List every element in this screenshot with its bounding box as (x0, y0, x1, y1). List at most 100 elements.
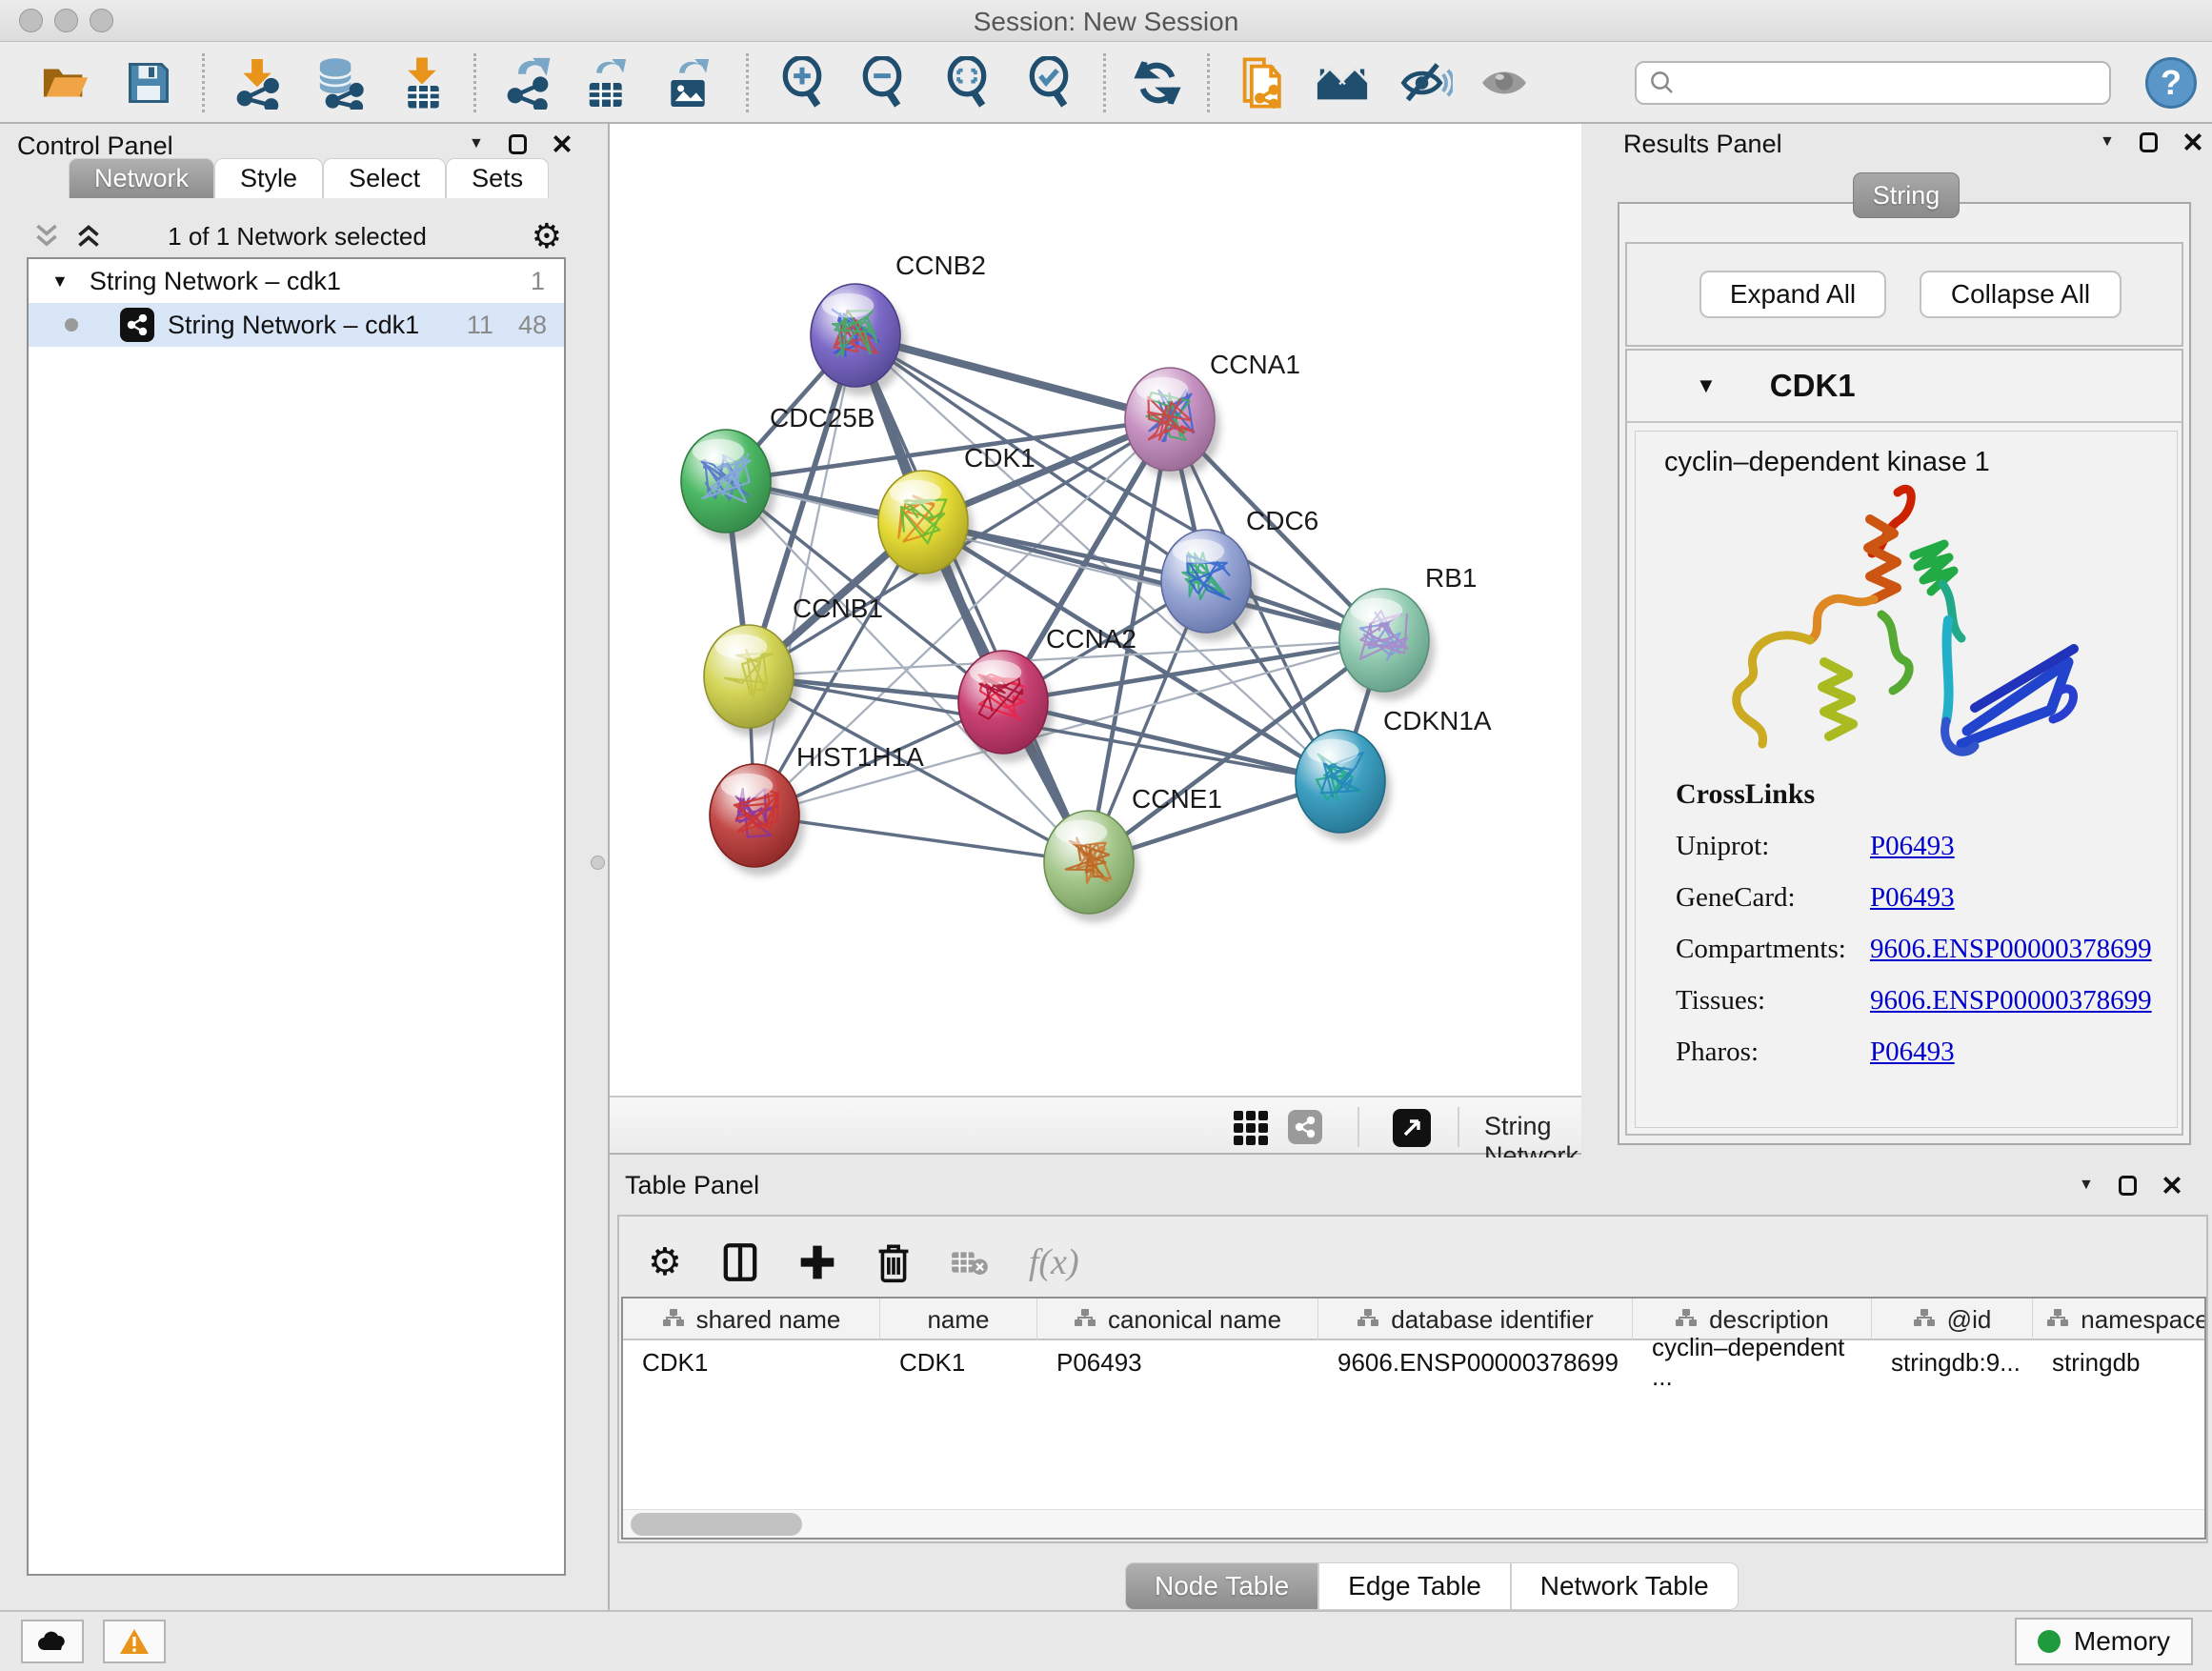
close-panel-icon[interactable] (2182, 131, 2203, 152)
crosslink-link[interactable]: P06493 (1870, 1037, 1955, 1068)
crosslink-link[interactable]: P06493 (1870, 882, 1955, 914)
tab-edge-table[interactable]: Edge Table (1318, 1562, 1511, 1610)
panel-menu-icon[interactable]: ▼ (2079, 1177, 2094, 1194)
clone-network-button[interactable] (1234, 55, 1289, 111)
network-options-gear-icon[interactable]: ⚙ (532, 219, 562, 253)
panel-menu-icon[interactable]: ▼ (2100, 133, 2115, 151)
network-collection-row[interactable]: ▼ String Network – cdk1 1 (29, 259, 564, 303)
save-session-button[interactable] (121, 55, 176, 111)
float-panel-icon[interactable] (2119, 1176, 2137, 1196)
zoom-in-button[interactable] (774, 55, 830, 111)
float-panel-icon[interactable] (509, 134, 527, 154)
cell-namespace[interactable]: stringdb (2033, 1342, 2206, 1382)
network-edge[interactable] (754, 640, 1384, 815)
zoom-selected-button[interactable] (1021, 55, 1076, 111)
add-column-plus-icon[interactable] (798, 1243, 836, 1281)
import-network-file-button[interactable] (230, 55, 285, 111)
tab-network-table[interactable]: Network Table (1511, 1562, 1739, 1610)
network-row-selected[interactable]: String Network – cdk1 11 48 (29, 303, 564, 347)
collapse-all-button[interactable]: Collapse All (1920, 271, 2122, 318)
table-options-gear-icon[interactable]: ⚙ (648, 1243, 682, 1281)
memory-label: Memory (2074, 1626, 2170, 1657)
expand-all-chevron-icon[interactable] (74, 223, 103, 250)
cell-name[interactable]: CDK1 (880, 1342, 1037, 1382)
tab-sets[interactable]: Sets (446, 158, 549, 198)
network-edge[interactable] (923, 522, 1384, 640)
column-header-name[interactable]: name (880, 1299, 1037, 1340)
column-header--id[interactable]: @id (1872, 1299, 2033, 1340)
tab-style[interactable]: Style (214, 158, 323, 198)
table-row[interactable]: CDK1CDK1P064939606.ENSP00000378699cyclin… (623, 1342, 2206, 1382)
tab-node-table[interactable]: Node Table (1125, 1562, 1318, 1610)
cell--id[interactable]: stringdb:9... (1872, 1342, 2033, 1382)
column-header-namespace[interactable]: namespace (2033, 1299, 2206, 1340)
cell-database-identifier[interactable]: 9606.ENSP00000378699 (1318, 1342, 1633, 1382)
close-panel-icon[interactable] (552, 133, 573, 154)
import-table-button[interactable] (394, 55, 450, 111)
network-overview-share-icon[interactable] (1288, 1110, 1322, 1144)
show-all-button[interactable] (1477, 55, 1532, 111)
refresh-layout-button[interactable] (1130, 55, 1185, 111)
collection-expand-icon[interactable]: ▼ (51, 272, 69, 292)
left-splitter-handle[interactable] (591, 856, 605, 870)
grid-view-icon[interactable] (1234, 1111, 1268, 1145)
node-details-body: cyclin–dependent kinase 1 (1635, 431, 2178, 1128)
float-panel-icon[interactable] (2140, 132, 2158, 152)
zoom-out-button[interactable] (855, 55, 910, 111)
tab-select[interactable]: Select (323, 158, 446, 198)
delete-trash-icon[interactable] (876, 1241, 911, 1283)
tab-string[interactable]: String (1853, 172, 1960, 218)
expand-all-button[interactable]: Expand All (1699, 271, 1886, 318)
cell-canonical-name[interactable]: P06493 (1037, 1342, 1318, 1382)
crosslink-row: Uniprot:P06493 (1676, 831, 2171, 862)
crosslink-row: Pharos:P06493 (1676, 1037, 2171, 1068)
section-collapse-icon[interactable]: ▼ (1696, 373, 1717, 398)
control-panel-tabs: Network Style Select Sets (69, 158, 549, 198)
toolbar-separator (746, 53, 749, 112)
crosslink-link[interactable]: P06493 (1870, 831, 1955, 862)
node-label-hist1h1a: HIST1H1A (796, 742, 924, 772)
network-canvas[interactable]: CCNB2CCNA1CDC25BCDK1CDC6RB1CCNB1CCNA2CDK… (610, 124, 1581, 1096)
horizontal-scrollbar[interactable] (623, 1509, 2204, 1538)
warning-status-button[interactable] (103, 1620, 166, 1663)
network-edge[interactable] (1003, 702, 1340, 781)
crosslink-link[interactable]: 9606.ENSP00000378699 (1870, 934, 2152, 965)
hide-selected-button[interactable] (1398, 55, 1454, 111)
cell-description[interactable]: cyclin–dependent ... (1633, 1342, 1872, 1382)
cell-shared-name[interactable]: CDK1 (623, 1342, 880, 1382)
column-header-database-identifier[interactable]: database identifier (1318, 1299, 1633, 1340)
shared-column-icon (2046, 1305, 2069, 1335)
close-panel-icon[interactable] (2162, 1175, 2182, 1196)
search-input[interactable] (1677, 69, 2086, 98)
network-view-toolbar: String Network – cdk1 ✓ 1 – 0 0 – 0 (610, 1096, 1581, 1155)
column-header-shared-name[interactable]: shared name (623, 1299, 880, 1340)
function-builder-icon[interactable]: f(x) (1029, 1241, 1079, 1283)
node-label-ccnb1: CCNB1 (793, 594, 883, 623)
shared-column-icon (1357, 1305, 1379, 1335)
export-network-button[interactable] (500, 55, 555, 111)
cloud-status-button[interactable] (21, 1620, 84, 1663)
panel-menu-icon[interactable]: ▼ (469, 135, 484, 152)
import-network-database-button[interactable] (311, 55, 366, 111)
protein-structure-image (1693, 481, 2112, 767)
save-floppy-icon (126, 60, 171, 106)
crosslink-link[interactable]: 9606.ENSP00000378699 (1870, 985, 2152, 1017)
export-table-button[interactable] (577, 55, 633, 111)
tab-network[interactable]: Network (69, 158, 214, 198)
memory-button[interactable]: Memory (2015, 1618, 2193, 1665)
birds-eye-view-button[interactable] (1393, 1109, 1431, 1147)
open-session-button[interactable] (38, 55, 93, 111)
home-networks-button[interactable] (1315, 55, 1370, 111)
scrollbar-thumb[interactable] (631, 1513, 802, 1536)
export-image-button[interactable] (660, 55, 715, 111)
table-import-icon (396, 56, 448, 110)
node-details-header[interactable]: ▼ CDK1 (1627, 351, 2182, 423)
eye-icon (1479, 62, 1529, 104)
collapse-all-chevron-icon[interactable] (32, 223, 61, 250)
zoom-fit-button[interactable] (939, 55, 995, 111)
network-edge[interactable] (855, 335, 1089, 862)
show-columns-icon[interactable] (722, 1241, 758, 1283)
help-button[interactable]: ? (2145, 57, 2197, 109)
column-header-canonical-name[interactable]: canonical name (1037, 1299, 1318, 1340)
delete-table-icon[interactable] (951, 1248, 989, 1277)
